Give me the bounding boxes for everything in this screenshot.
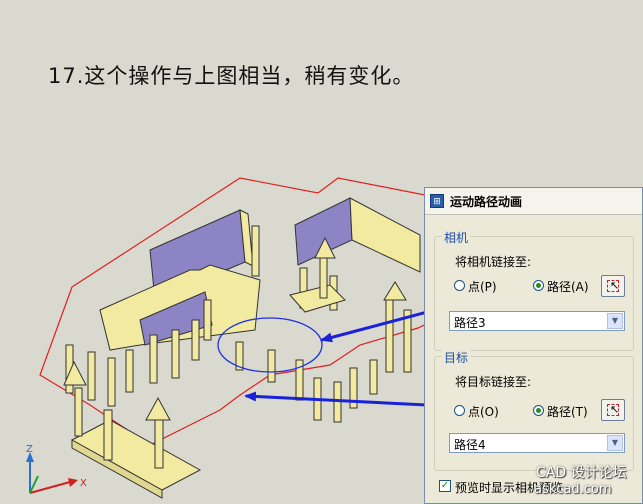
target-path-dropdown[interactable]: 路径4 ▼	[449, 433, 625, 453]
svg-text:X: X	[80, 478, 87, 489]
camera-path-dropdown[interactable]: 路径3 ▼	[449, 311, 625, 331]
camera-point-radio[interactable]	[454, 280, 465, 291]
target-group: 目标 将目标链接至: 点(O) 路径(T) ↖ 路径4 ▼	[434, 349, 634, 471]
target-path-label: 路径(T)	[547, 405, 588, 419]
target-pick-button[interactable]: ↖	[601, 399, 625, 421]
dropdown-arrow-icon[interactable]: ▼	[607, 313, 623, 329]
cursor-icon: ↖	[610, 403, 620, 416]
target-point-label: 点(O)	[468, 405, 499, 419]
dialog-titlebar[interactable]: ⊞ 运动路径动画	[425, 188, 642, 215]
dialog-title: 运动路径动画	[450, 194, 523, 209]
dropdown-arrow-icon[interactable]: ▼	[607, 435, 623, 451]
watermark-url: askcad.com	[534, 482, 612, 497]
target-path-radio[interactable]	[533, 405, 544, 416]
target-point-radio[interactable]	[454, 405, 465, 416]
camera-group-label: 相机	[442, 229, 471, 246]
cursor-icon: ↖	[610, 279, 620, 292]
svg-text:Z: Z	[26, 444, 33, 455]
target-link-label: 将目标链接至:	[455, 375, 532, 389]
camera-point-label: 点(P)	[468, 280, 497, 294]
motion-path-dialog: ⊞ 运动路径动画 相机 将相机链接至: 点(P) 路径(A) ↖ 路径3 ▼ 目…	[424, 187, 643, 504]
target-group-label: 目标	[442, 349, 471, 366]
camera-link-label: 将相机链接至:	[455, 255, 532, 269]
camera-group: 相机 将相机链接至: 点(P) 路径(A) ↖ 路径3 ▼	[434, 229, 634, 351]
watermark-text: CAD 设计论坛	[536, 465, 627, 481]
camera-path-radio[interactable]	[533, 280, 544, 291]
camera-pick-button[interactable]: ↖	[601, 275, 625, 297]
camera-path-value: 路径3	[454, 316, 486, 330]
target-path-value: 路径4	[454, 438, 486, 452]
preview-checkbox[interactable]: ✓	[439, 480, 451, 492]
app-icon: ⊞	[430, 194, 444, 208]
camera-path-label: 路径(A)	[547, 280, 589, 294]
